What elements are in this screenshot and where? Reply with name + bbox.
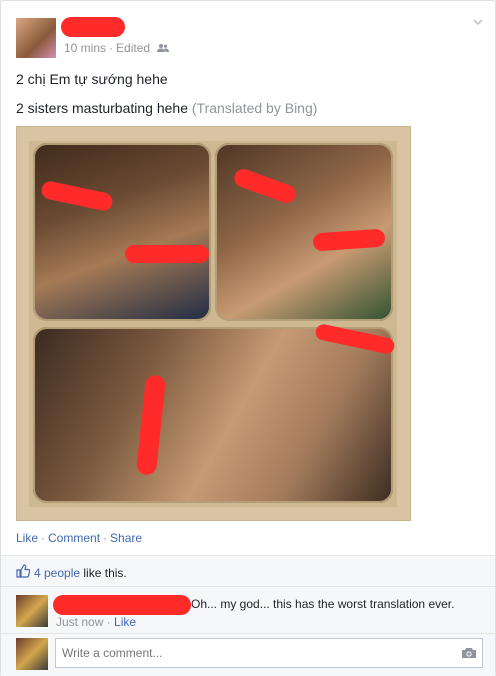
translation-note[interactable]: (Translated by Bing) bbox=[192, 100, 318, 116]
likes-suffix: like this. bbox=[83, 566, 127, 580]
collage-photo-1 bbox=[33, 143, 211, 321]
camera-icon[interactable] bbox=[461, 647, 477, 659]
like-link[interactable]: Like bbox=[16, 531, 38, 545]
poster-avatar[interactable] bbox=[16, 18, 56, 58]
post-meta: 10 mins · Edited bbox=[64, 41, 170, 55]
comment-meta-separator: · bbox=[106, 615, 111, 629]
collage-photo-3 bbox=[33, 327, 393, 503]
comment-time[interactable]: Just now bbox=[56, 615, 103, 629]
comment-text: Oh... my god... this has the worst trans… bbox=[191, 597, 455, 611]
friends-icon[interactable] bbox=[157, 43, 170, 53]
chevron-down-icon[interactable] bbox=[471, 15, 485, 29]
comment-composer bbox=[1, 633, 495, 676]
meta-separator: · bbox=[109, 41, 114, 55]
viewer-avatar bbox=[16, 638, 48, 670]
likes-summary: 4 people like this. bbox=[1, 555, 495, 586]
thumbs-up-icon bbox=[16, 564, 30, 578]
comment-item: Oh... my god... this has the worst trans… bbox=[1, 586, 495, 633]
comment-input[interactable] bbox=[55, 638, 483, 668]
comment-like-link[interactable]: Like bbox=[114, 615, 136, 629]
post-photo[interactable] bbox=[16, 126, 411, 521]
redacted-commenter-name bbox=[53, 595, 191, 615]
comment-link[interactable]: Comment bbox=[48, 531, 100, 545]
post-actions: Like · Comment · Share bbox=[16, 531, 142, 545]
commenter-avatar[interactable] bbox=[16, 595, 48, 627]
post-original-text: 2 chị Em tự sướng hehe bbox=[16, 71, 168, 87]
likes-text: 4 people like this. bbox=[34, 566, 127, 580]
action-separator: · bbox=[103, 531, 108, 545]
post-card: 10 mins · Edited 2 chị Em tự sướng hehe 2 … bbox=[0, 0, 496, 676]
edited-label[interactable]: Edited bbox=[116, 41, 150, 55]
redaction-mark bbox=[125, 245, 209, 263]
share-link[interactable]: Share bbox=[110, 531, 142, 545]
action-separator: · bbox=[41, 531, 46, 545]
post-translation: 2 sisters masturbating hehe (Translated … bbox=[16, 100, 317, 116]
translated-text: 2 sisters masturbating hehe bbox=[16, 100, 188, 116]
post-timestamp[interactable]: 10 mins bbox=[64, 41, 106, 55]
likers-link[interactable]: 4 people bbox=[34, 566, 80, 580]
redacted-poster-name bbox=[61, 17, 125, 37]
comment-meta: Just now · Like bbox=[56, 615, 136, 629]
